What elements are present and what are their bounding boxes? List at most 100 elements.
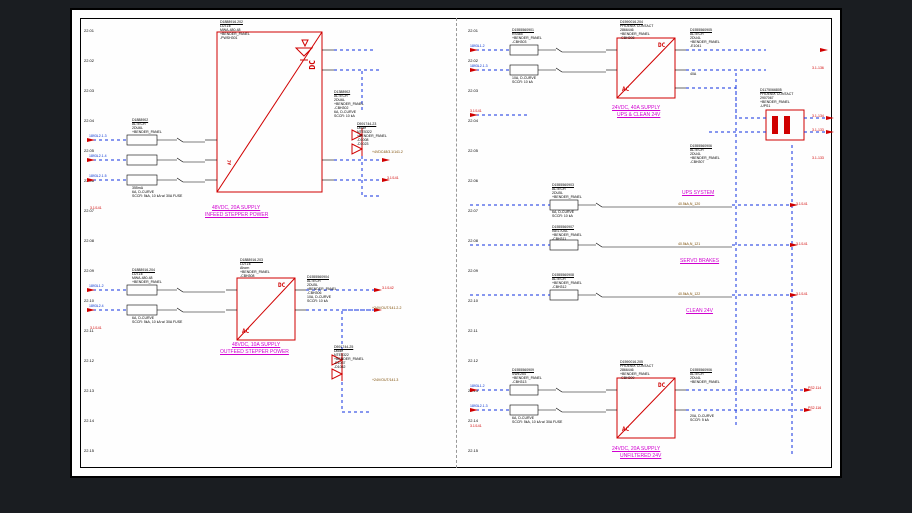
wire-rr4: 3.1-133 [812,156,824,160]
leg-br-loc: +BENDER_PANEL [690,380,720,384]
leg-ps3-loc: +BENDER_PANEL [132,280,162,284]
title-supply-1b: INFEED STEPPER POWER [205,212,268,218]
wire-rout-a: 3.1/141 [796,202,808,206]
label-ac-3: AC [622,86,629,93]
drawing-sheet: 22.0122.0122.0222.0222.0322.0322.0422.04… [70,8,842,478]
title-supply-4b: UNFILTERED 24V [620,453,661,459]
wire-br2: 1893L2.1.3 [470,404,488,408]
row-tick: 22.02 [84,58,94,63]
label-ac-2: AC [242,328,249,335]
title-supply-2a: 48VDC, 10A SUPPLY [232,342,280,348]
leg-psr3-id: -UPS1 [760,104,770,108]
wire-rin1: 40.5kA,N_120 [678,202,700,206]
row-tick: 22.14 [84,418,94,423]
wire-out5: +24V/OUT/141.3 [372,378,398,382]
title-supply-2b: OUTFEED STEPPER POWER [220,349,289,355]
row-tick: 22.03 [468,88,478,93]
title-supply-3b: UPS & CLEAN 24V [617,112,660,118]
row-tick: 22.05 [84,148,94,153]
wire-rin2: 40.5kA,N_121 [678,242,700,246]
leg-cb2-spec2: SCCR: 10 kA [334,114,355,118]
wire-rin3: 40.5kA,N_122 [678,292,700,296]
leg-psr1-id: -CBH308 [620,36,634,40]
row-tick: 22.13 [84,388,94,393]
wire-ret2: 3.1/141 [90,326,102,330]
wire-ret1: 3.1/141 [90,206,102,210]
leg-tra-spec: 40A [690,72,696,76]
wire-rout-c: 3.1/141 [796,292,808,296]
row-tick: 22.08 [84,238,94,243]
wire-brout1: PS2.114 [808,386,821,390]
leg-trb-id: -CBH307 [690,160,704,164]
leg-ttl-b-spec2: SCCR: 10 kA [512,80,533,84]
label-dc-big: DC [308,60,317,70]
wire-brout2: PS2.116 [808,406,821,410]
wire-l3: 1893L2.1.5 [89,174,107,178]
wire-rr1: 3.1-136 [812,66,824,70]
wire-r1: 1893L1.2 [470,44,485,48]
row-tick: 22.11 [468,328,478,333]
wire-b2: 1893L2.4 [89,304,104,308]
row-tick: 22.12 [84,358,94,363]
title-supply-1a: 48VDC, 20A SUPPLY [212,205,260,211]
wire-out4: +24V/OUT/141.2-2 [372,306,401,310]
row-tick: 22.10 [468,298,478,303]
row-tick: 22.08 [468,238,478,243]
leg-tba-id: -CBH311 [552,237,566,241]
leg-cb1-spec3: SCCR: 5kA, 10 kA w/ 30A FUSE [132,194,182,198]
wire-out2: +4VDC48/3.1/141.2 [372,150,403,154]
leg-tmla-loc: +BENDER_PANEL [552,195,582,199]
row-tick: 22.04 [84,118,94,123]
leg-ps2-id: -CBH308 [240,274,254,278]
row-tick: 22.06 [468,178,478,183]
title-brakes: SERVO BRAKES [680,258,719,264]
wire-rr2: 3.1-134 [812,114,824,118]
wire-br1: 1893L1.2 [470,384,485,388]
wire-rr3: 3.1-133 [812,128,824,132]
leg-ps3-id-spec2: SCCR: 5kA, 10 kA w/ 30A FUSE [132,320,182,324]
row-tick: 22.15 [468,448,478,453]
leg-br-spec2: SCCR: 5 kA [690,418,709,422]
row-tick: 22.01 [84,28,94,33]
wire-r3: 3.1/141 [470,109,482,113]
leg-tbc-id: -CBH313 [512,380,526,384]
title-supply-4a: 24VDC, 20A SUPPLY [612,446,660,452]
wire-l1: 1893L2.1.3 [89,134,107,138]
leg-ttl-a-id: -CBH303 [512,40,526,44]
row-tick: 22.05 [468,148,478,153]
label-dc-3: DC [658,42,665,49]
wire-l2: 1893L2.1.4 [89,154,107,158]
row-tick: 22.01 [468,28,478,33]
leg-cb1-loc: +BENDER_PANEL [132,130,162,134]
sheet-center-divider [456,18,457,468]
row-tick: 22.15 [84,448,94,453]
wire-b1: 1893L1.2 [89,284,104,288]
row-tick: 22.09 [468,268,478,273]
leg-d1-id2: -D1023 [357,142,368,146]
wire-rout-b: 3.1/141 [796,242,808,246]
title-supply-3a: 24VDC, 40A SUPPLY [612,105,660,111]
row-tick: 22.06 [84,178,94,183]
row-tick: 22.07 [468,208,478,213]
label-ac-big: AC [227,160,232,165]
wire-out3: 3.1/142 [382,286,394,290]
label-ac-4: AC [622,426,629,433]
leg-tbc-spec2: SCCR: 5kA, 10 kA w/ 30A FUSE [512,420,562,424]
title-ups: UPS SYSTEM [682,190,714,196]
leg-d2-id2: -D1042 [334,365,345,369]
wire-out1b: 3.1/141 [387,176,399,180]
row-tick: 22.09 [84,268,94,273]
row-tick: 22.14 [468,418,478,423]
row-tick: 22.10 [84,298,94,303]
label-dc-4: DC [658,382,665,389]
title-clean: CLEAN 24V [686,308,713,314]
label-dc-2: DC [278,282,285,289]
row-tick: 22.13 [468,388,478,393]
leg-tmidb-spec2: SCCR: 10 kA [307,299,328,303]
row-tick: 22.03 [84,88,94,93]
leg-ps1-id: -PWSH301 [220,36,238,40]
wire-r2: 1893L2.1.3 [470,64,488,68]
wire-br3: 3.1/141 [470,424,482,428]
leg-psr2-id: -CBH309 [620,376,634,380]
row-tick: 22.04 [468,118,478,123]
